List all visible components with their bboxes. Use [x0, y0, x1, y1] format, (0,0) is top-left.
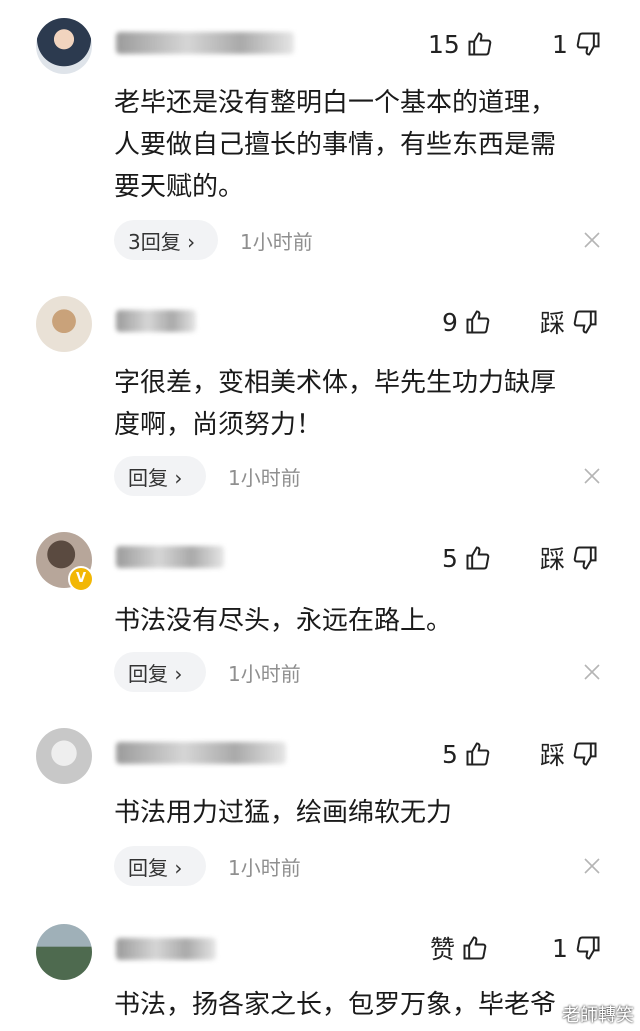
- close-icon: [584, 232, 600, 248]
- like-button[interactable]: 赞: [430, 930, 489, 966]
- comment-line: 要天赋的。: [114, 172, 245, 202]
- reply-label: 回复 ›: [128, 855, 183, 880]
- comment-line: 书法用力过猛，绘画绵软无力: [114, 798, 453, 828]
- comment-item: 赞 1 书法，扬各家之长，包罗万象，毕老爷: [0, 908, 640, 1031]
- timestamp: 1小时前: [228, 465, 301, 490]
- comment-line: 字很差，变相美术体，毕先生功力缺厚: [114, 368, 557, 398]
- like-count: 5: [442, 739, 458, 769]
- dislike-label: 1: [552, 29, 568, 59]
- avatar[interactable]: [36, 728, 92, 784]
- comment-line: 度啊，尚须努力！: [114, 410, 323, 440]
- username-blurred[interactable]: [116, 310, 196, 332]
- username-blurred[interactable]: [116, 938, 216, 960]
- dislike-label: 1: [552, 933, 568, 963]
- close-icon: [584, 858, 600, 874]
- close-icon: [584, 664, 600, 680]
- reply-label: 回复 ›: [128, 465, 183, 490]
- dislike-label: 踩: [540, 741, 566, 770]
- reply-label: 3回复 ›: [128, 229, 196, 254]
- verified-badge: V: [68, 566, 94, 592]
- reply-label: 回复 ›: [128, 661, 183, 686]
- username-blurred[interactable]: [116, 742, 286, 764]
- dismiss-button[interactable]: [580, 228, 604, 252]
- reply-button[interactable]: 回复 ›: [114, 846, 206, 886]
- timestamp: 1小时前: [228, 855, 301, 880]
- avatar[interactable]: [36, 18, 92, 74]
- timestamp: 1小时前: [228, 661, 301, 686]
- dislike-button[interactable]: 踩: [540, 736, 599, 772]
- reply-button[interactable]: 回复 ›: [114, 456, 206, 496]
- comment-line: 人要做自己擅长的事情，有些东西是需: [114, 130, 557, 160]
- thumbs-down-icon: [576, 32, 600, 56]
- username-blurred[interactable]: [116, 32, 294, 54]
- thumbs-up-icon: [466, 546, 490, 570]
- comment-item: 15 1 老毕还是没有整明白一个基本的道理， 人要做自己擅长的事情，有些东西是需…: [0, 0, 640, 280]
- avatar[interactable]: [36, 924, 92, 980]
- close-icon: [584, 468, 600, 484]
- thumbs-up-icon: [466, 310, 490, 334]
- like-button[interactable]: 5: [442, 540, 492, 576]
- dismiss-button[interactable]: [580, 464, 604, 488]
- dismiss-button[interactable]: [580, 660, 604, 684]
- thumbs-down-icon: [576, 936, 600, 960]
- comment-item: V 5 踩 书法没有尽头，永远在路上。 回复 › 1小时前: [0, 516, 640, 706]
- dislike-button[interactable]: 1: [552, 930, 602, 966]
- reply-button[interactable]: 回复 ›: [114, 652, 206, 692]
- comment-line: 书法，扬各家之长，包罗万象，毕老爷: [114, 990, 557, 1020]
- comment-item: 5 踩 书法用力过猛，绘画绵软无力 回复 › 1小时前: [0, 712, 640, 902]
- dislike-label: 踩: [540, 309, 566, 338]
- thumbs-up-icon: [463, 936, 487, 960]
- like-count: 9: [442, 307, 458, 337]
- avatar[interactable]: [36, 296, 92, 352]
- timestamp: 1小时前: [240, 229, 313, 254]
- comment-item: 9 踩 字很差，变相美术体，毕先生功力缺厚 度啊，尚须努力！ 回复 › 1小时前: [0, 280, 640, 510]
- comment-line: 老毕还是没有整明白一个基本的道理，: [114, 88, 557, 118]
- watermark: 老師轉笑: [562, 1005, 634, 1026]
- dislike-button[interactable]: 踩: [540, 540, 599, 576]
- comment-text: 老毕还是没有整明白一个基本的道理， 人要做自己擅长的事情，有些东西是需 要天赋的…: [114, 82, 614, 208]
- comment-text: 书法没有尽头，永远在路上。: [114, 600, 614, 642]
- reply-button[interactable]: 3回复 ›: [114, 220, 218, 260]
- comment-text: 书法，扬各家之长，包罗万象，毕老爷: [114, 984, 634, 1026]
- dismiss-button[interactable]: [580, 854, 604, 878]
- like-button[interactable]: 15: [428, 26, 494, 62]
- thumbs-up-icon: [468, 32, 492, 56]
- like-button[interactable]: 5: [442, 736, 492, 772]
- comment-text: 书法用力过猛，绘画绵软无力: [114, 792, 614, 834]
- comment-line: 书法没有尽头，永远在路上。: [114, 606, 453, 636]
- dislike-button[interactable]: 1: [552, 26, 602, 62]
- thumbs-up-icon: [466, 742, 490, 766]
- username-blurred[interactable]: [116, 546, 224, 568]
- comment-text: 字很差，变相美术体，毕先生功力缺厚 度啊，尚须努力！: [114, 362, 614, 446]
- thumbs-down-icon: [573, 546, 597, 570]
- thumbs-down-icon: [573, 742, 597, 766]
- like-button[interactable]: 9: [442, 304, 492, 340]
- dislike-label: 踩: [540, 545, 566, 574]
- like-count: 15: [428, 29, 460, 59]
- like-count: 5: [442, 543, 458, 573]
- dislike-button[interactable]: 踩: [540, 304, 599, 340]
- thumbs-down-icon: [573, 310, 597, 334]
- like-count: 赞: [430, 935, 456, 964]
